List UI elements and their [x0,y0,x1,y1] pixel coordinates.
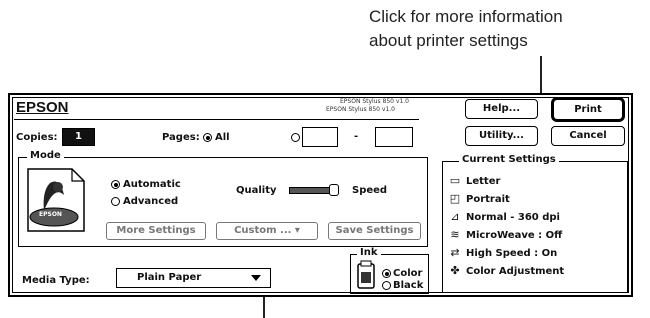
pages-to-input[interactable] [375,127,413,147]
pages-all-radio[interactable] [203,133,212,142]
setting-microweave: MicroWeave : Off [466,230,563,241]
copies-value: 1 [75,131,82,142]
media-type-popup[interactable]: Plain Paper [116,268,274,291]
ink-color-radio[interactable] [382,269,391,278]
color-adjustment-icon: ✤ [450,264,460,277]
setting-resolution: Normal - 360 dpi [466,212,560,223]
callout-line-1: Click for more information [369,7,563,26]
callout-line-2: about printer settings [369,31,528,50]
save-settings-label: Save Settings [335,225,414,236]
copies-label: Copies: [16,132,58,143]
portrait-icon: ◰ [449,192,461,205]
microweave-icon: ≋ [450,228,460,241]
print-button[interactable]: Print [551,97,625,122]
help-button-label: Help... [482,103,521,114]
version-line-1: EPSON Stylus 850 v1.0 [340,98,410,105]
more-settings-button[interactable]: More Settings [106,222,206,240]
mode-group-title: Mode [27,150,64,161]
custom-label: Custom ... [234,225,292,236]
utility-button-label: Utility... [479,130,524,141]
mode-automatic-label: Automatic [123,179,181,190]
setting-portrait: Portrait [466,194,510,205]
pages-all-label: All [215,132,230,143]
media-type-chevron-down-icon [251,275,261,281]
pages-range-dash: - [354,131,359,142]
epson-printer-logo-icon [27,168,85,232]
print-button-label: Print [574,104,602,115]
cancel-button[interactable]: Cancel [551,126,625,146]
resolution-icon: ⊿ [450,210,460,223]
pages-label: Pages: [162,132,200,143]
ink-black-label: Black [393,280,424,291]
current-settings-title: Current Settings [459,154,559,165]
epson-brand: EPSON [16,99,69,116]
header-divider [14,119,419,120]
utility-button[interactable]: Utility... [465,126,538,146]
version-line-2: EPSON Stylus 850 v1.0 [326,106,396,113]
pages-range-radio[interactable] [291,133,300,142]
quality-speed-slider[interactable] [289,184,341,196]
custom-chevron-down-icon: ▾ [294,225,300,236]
logo-epson-text: EPSON [39,211,62,218]
setting-color-adjustment: Color Adjustment [466,266,565,277]
mode-automatic-radio[interactable] [111,180,120,189]
custom-popup[interactable]: Custom ... ▾ [216,222,318,240]
setting-letter: Letter [466,176,501,187]
media-type-label: Media Type: [22,275,90,286]
slider-thumb[interactable] [329,184,339,196]
paper-icon: ▭ [449,174,461,187]
pages-from-input[interactable] [302,127,338,147]
help-button[interactable]: Help... [465,99,538,119]
setting-high-speed: High Speed : On [466,248,558,259]
quality-label: Quality [236,185,277,196]
ink-cartridge-icon [357,260,375,289]
mode-advanced-radio[interactable] [111,197,120,206]
speed-label: Speed [352,185,388,196]
mode-advanced-label: Advanced [123,196,179,207]
media-type-value: Plain Paper [137,272,202,283]
more-settings-label: More Settings [116,225,196,236]
copies-input[interactable]: 1 [62,128,95,146]
ink-black-radio[interactable] [382,281,391,290]
save-settings-button[interactable]: Save Settings [328,222,421,240]
cancel-button-label: Cancel [569,130,607,141]
ink-color-label: Color [393,268,423,279]
high-speed-icon: ⇄ [450,246,460,259]
ink-group-title: Ink [357,247,381,258]
